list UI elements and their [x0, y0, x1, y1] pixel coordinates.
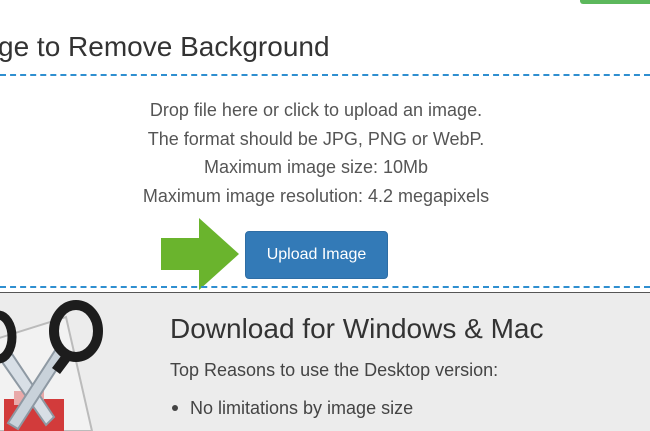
desktop-promo-section: Download for Windows & Mac Top Reasons t…	[0, 292, 650, 431]
list-item: No limitations by image size	[172, 398, 414, 419]
upload-image-button[interactable]: Upload Image	[245, 231, 388, 279]
desktop-subtitle: Top Reasons to use the Desktop version:	[170, 360, 499, 380]
scissors-logo-icon	[0, 300, 103, 431]
dropzone-top-border	[0, 74, 650, 76]
dropzone-bottom-border	[0, 286, 650, 288]
instruction-line-format: The format should be JPG, PNG or WebP.	[147, 128, 485, 149]
bullet-icon	[172, 405, 178, 411]
dropzone-instructions: Drop file here or click to upload an ima…	[0, 96, 632, 210]
desktop-title: Download for Windows & Mac	[170, 313, 544, 344]
instruction-line-resolution: Maximum image resolution: 4.2 megapixels	[142, 185, 490, 206]
reason-label: No limitations by image size	[190, 398, 414, 418]
instruction-line-size: Maximum image size: 10Mb	[203, 157, 429, 177]
header-green-button-edge[interactable]	[580, 0, 650, 4]
instruction-line-drop: Drop file here or click to upload an ima…	[149, 100, 483, 120]
reasons-list: No limitations by image size	[172, 398, 414, 419]
panel-title: ge to Remove Background	[0, 31, 330, 62]
green-arrow-right-icon	[161, 218, 239, 290]
upload-panel[interactable]: ge to Remove Background Drop file here o…	[0, 12, 650, 290]
